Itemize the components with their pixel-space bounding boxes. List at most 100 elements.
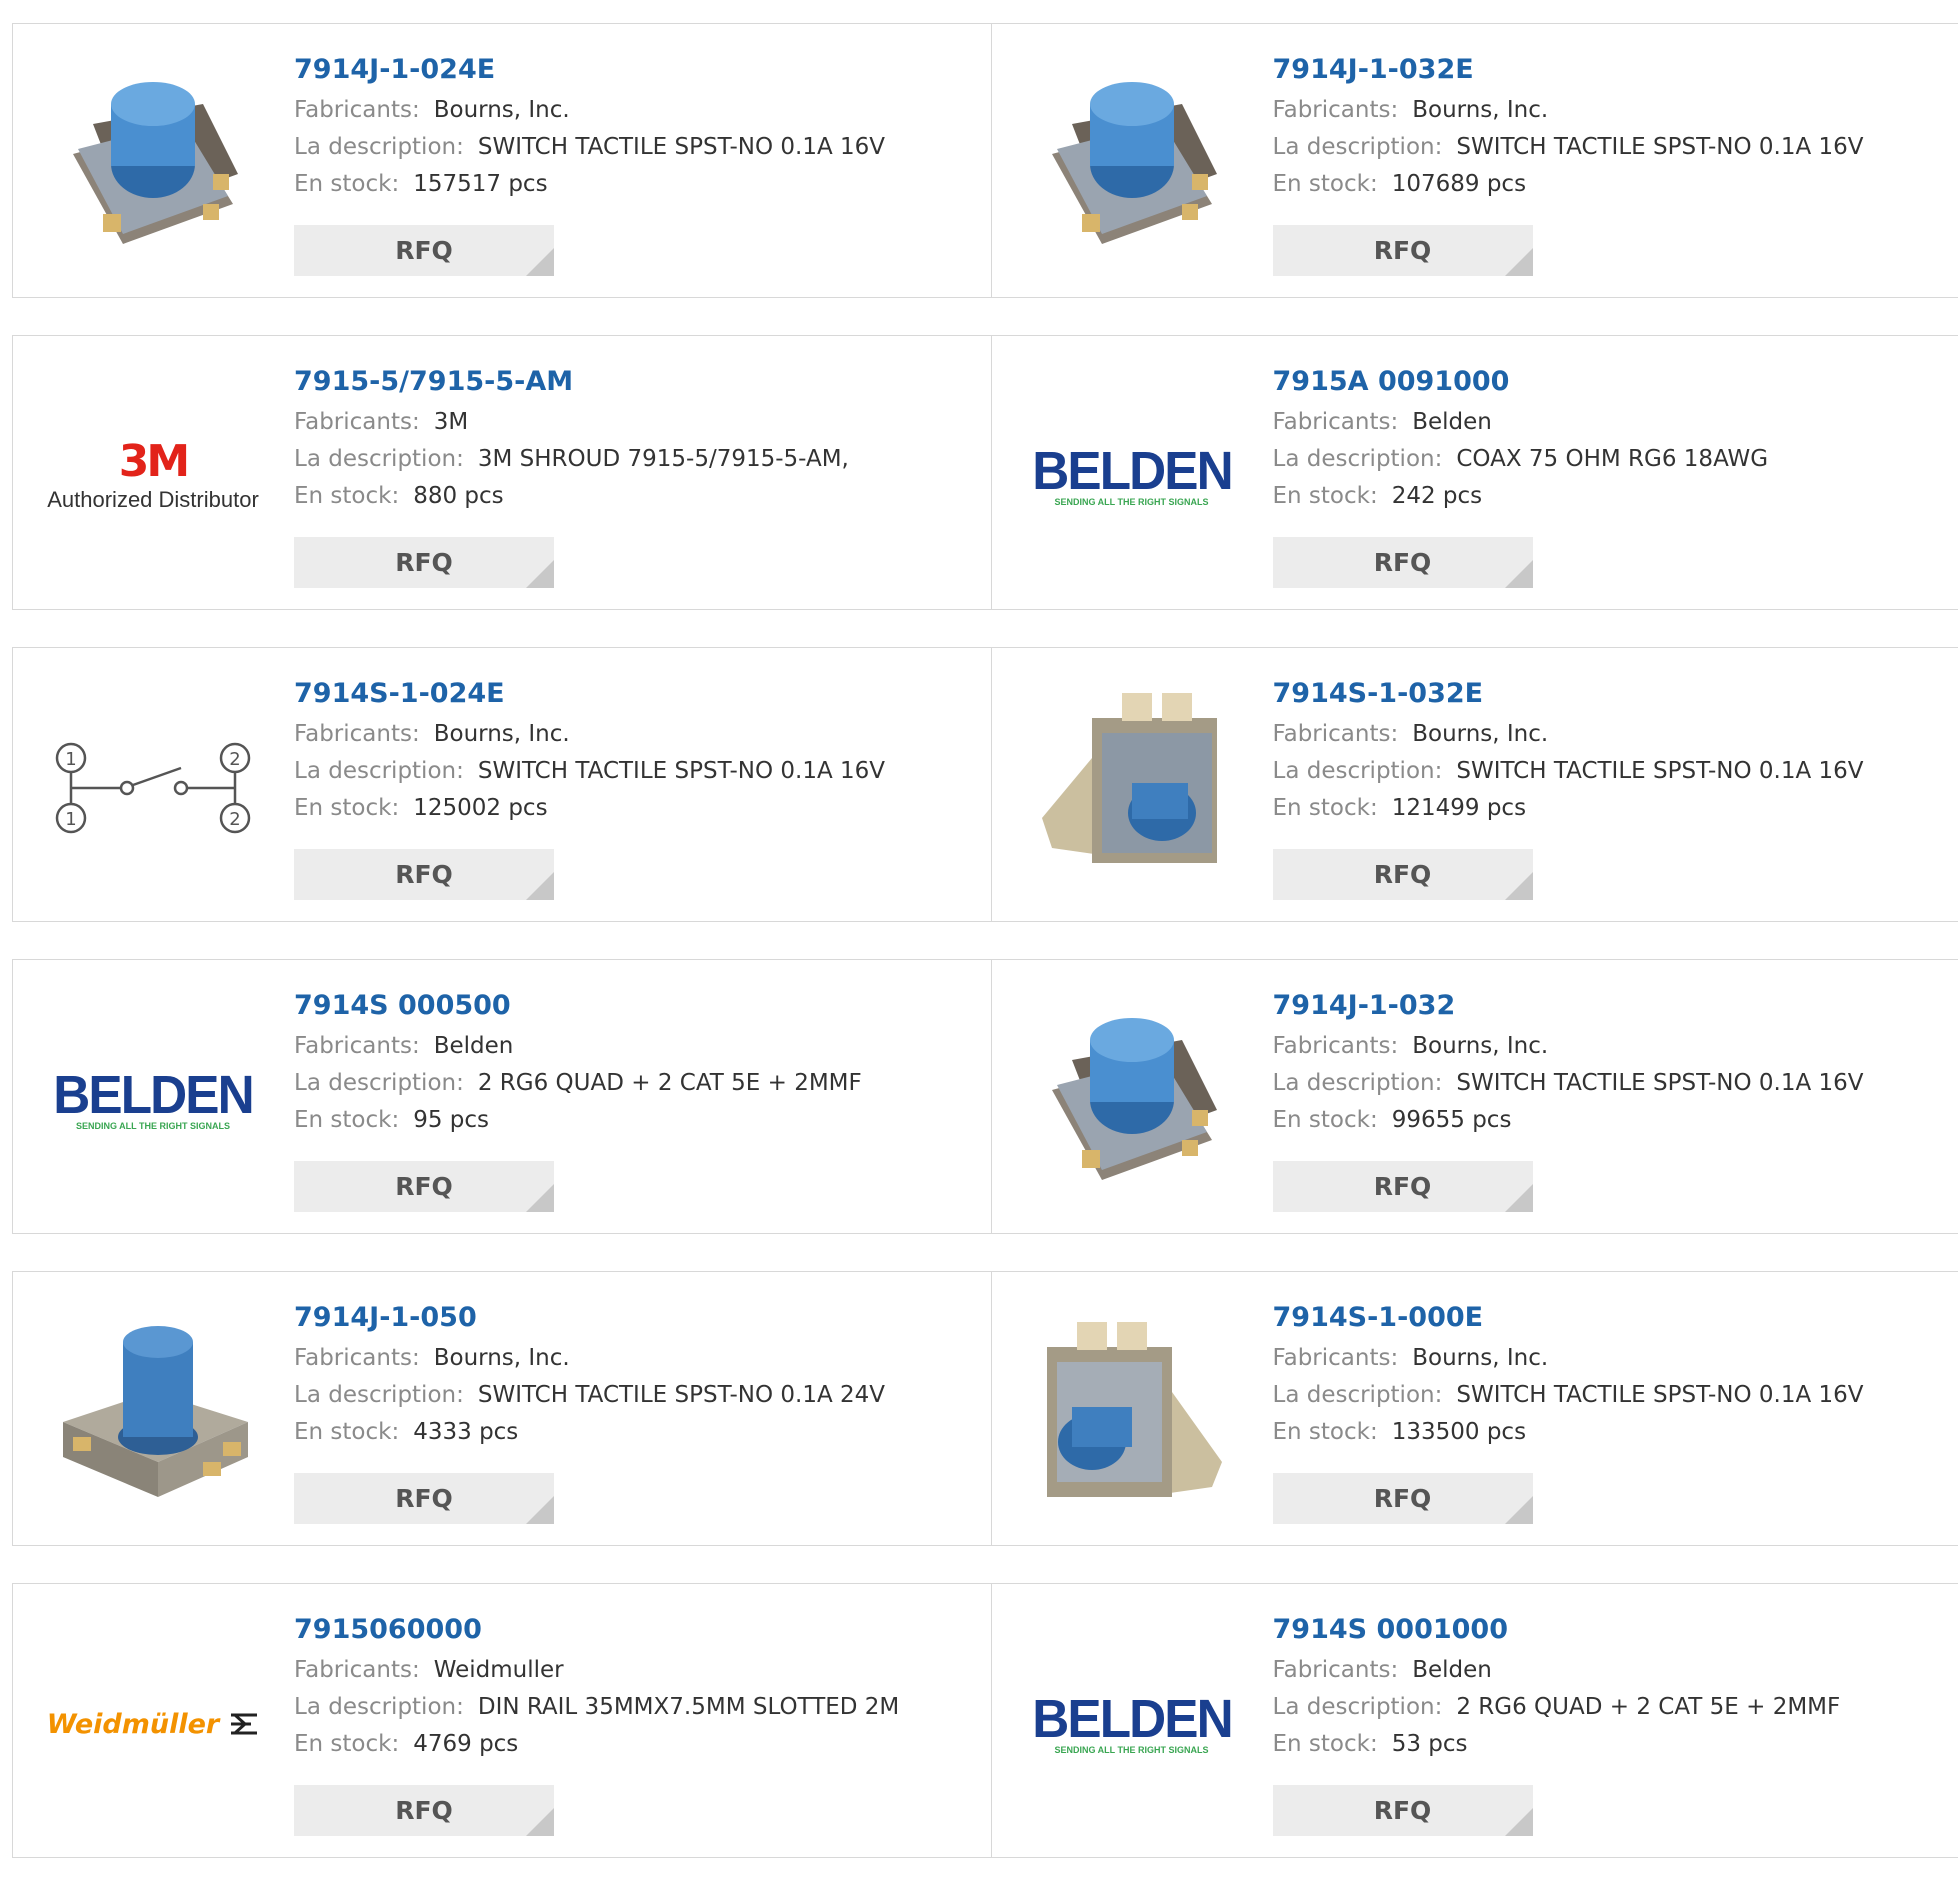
manufacturer-label: Fabricants: <box>294 409 420 435</box>
product-card: BELDEN SENDING ALL THE RIGHT SIGNALS 791… <box>13 960 991 1233</box>
part-number-link[interactable]: 7915-5/7915-5-AM <box>294 360 849 404</box>
rfq-button[interactable]: RFQ <box>294 1473 554 1524</box>
description-line: La description:3M SHROUD 7915-5/7915-5-A… <box>294 441 849 478</box>
description-value: SWITCH TACTILE SPST-NO 0.1A 16V <box>478 758 885 784</box>
manufacturer-line: Fabricants:Belden <box>1273 1652 1841 1689</box>
part-number-link[interactable]: 7914J-1-032 <box>1273 984 1864 1028</box>
logo-text: 3M <box>47 438 259 486</box>
product-thumbnail[interactable] <box>1032 1000 1232 1200</box>
product-thumbnail[interactable]: 3M Authorized Distributor <box>53 376 253 576</box>
part-number-link[interactable]: 7915A 0091000 <box>1273 360 1769 404</box>
description-value: SWITCH TACTILE SPST-NO 0.1A 24V <box>478 1382 885 1408</box>
product-info: 7915A 0091000 Fabricants:Belden La descr… <box>1273 360 1769 515</box>
manufacturer-value: Belden <box>434 1033 514 1059</box>
manufacturer-line: Fabricants:Weidmuller <box>294 1652 899 1689</box>
manufacturer-label: Fabricants: <box>1273 1345 1399 1371</box>
manufacturer-value: Bourns, Inc. <box>1412 721 1548 747</box>
rfq-button[interactable]: RFQ <box>294 849 554 900</box>
manufacturer-value: Bourns, Inc. <box>434 1345 570 1371</box>
product-thumbnail[interactable] <box>1032 64 1232 264</box>
stock-value: 121499 pcs <box>1392 795 1526 821</box>
product-row: 3M Authorized Distributor 7915-5/7915-5-… <box>12 335 1958 610</box>
rfq-label: RFQ <box>1374 860 1432 889</box>
manufacturer-label: Fabricants: <box>294 721 420 747</box>
logo-text: BELDEN <box>1032 1693 1232 1745</box>
description-value: SWITCH TACTILE SPST-NO 0.1A 16V <box>1456 134 1863 160</box>
part-number-link[interactable]: 7914J-1-024E <box>294 48 885 92</box>
stock-line: En stock:242 pcs <box>1273 478 1769 515</box>
product-card: 7914J-1-032 Fabricants:Bourns, Inc. La d… <box>991 960 1958 1233</box>
part-number-link[interactable]: 7915060000 <box>294 1608 899 1652</box>
logo-text: BELDEN <box>1032 445 1232 497</box>
rfq-button[interactable]: RFQ <box>1273 849 1533 900</box>
product-thumbnail[interactable]: BELDEN SENDING ALL THE RIGHT SIGNALS <box>1032 1624 1232 1824</box>
product-card: BELDEN SENDING ALL THE RIGHT SIGNALS 791… <box>991 336 1958 609</box>
stock-label: En stock: <box>1273 1107 1378 1133</box>
description-line: La description:SWITCH TACTILE SPST-NO 0.… <box>1273 753 1864 790</box>
rfq-button[interactable]: RFQ <box>1273 1161 1533 1212</box>
rfq-button[interactable]: RFQ <box>1273 1473 1533 1524</box>
rfq-label: RFQ <box>395 548 453 577</box>
manufacturer-line: Fabricants: Bourns, Inc. <box>294 1340 885 1377</box>
rfq-label: RFQ <box>395 236 453 265</box>
product-thumbnail[interactable]: 1 1 2 2 <box>53 688 253 888</box>
logo-text: BELDEN <box>53 1069 253 1121</box>
product-thumbnail[interactable] <box>53 1312 253 1512</box>
part-number-link[interactable]: 7914J-1-032E <box>1273 48 1864 92</box>
description-label: La description: <box>1273 1070 1443 1096</box>
rfq-label: RFQ <box>395 1484 453 1513</box>
rfq-button[interactable]: RFQ <box>1273 1785 1533 1836</box>
product-thumbnail[interactable]: BELDEN SENDING ALL THE RIGHT SIGNALS <box>1032 376 1232 576</box>
product-thumbnail[interactable] <box>1032 688 1232 888</box>
stock-value: 53 pcs <box>1392 1731 1468 1757</box>
rfq-corner-decoration <box>526 560 554 588</box>
product-info: 7914S 000500 Fabricants:Belden La descri… <box>294 984 862 1139</box>
belden-logo: BELDEN SENDING ALL THE RIGHT SIGNALS <box>48 1069 258 1131</box>
stock-value: 95 pcs <box>413 1107 489 1133</box>
description-label: La description: <box>294 1694 464 1720</box>
product-row: BELDEN SENDING ALL THE RIGHT SIGNALS 791… <box>12 959 1958 1234</box>
description-value: SWITCH TACTILE SPST-NO 0.1A 16V <box>478 134 885 160</box>
rfq-label: RFQ <box>395 860 453 889</box>
side-switch-image <box>1032 688 1232 888</box>
rfq-button[interactable]: RFQ <box>294 1785 554 1836</box>
part-number-link[interactable]: 7914S-1-032E <box>1273 672 1864 716</box>
stock-label: En stock: <box>294 795 399 821</box>
switch-schematic-diagram: 1 1 2 2 <box>53 688 253 888</box>
product-thumbnail[interactable]: Weidmüller <box>53 1624 253 1824</box>
product-card: 1 1 2 2 7914S-1-024E Fabricants:Bourns, … <box>13 648 991 921</box>
product-thumbnail[interactable]: BELDEN SENDING ALL THE RIGHT SIGNALS <box>53 1000 253 1200</box>
manufacturer-value: Belden <box>1412 1657 1492 1683</box>
description-value: SWITCH TACTILE SPST-NO 0.1A 16V <box>1456 1070 1863 1096</box>
manufacturer-label: Fabricants: <box>294 1345 420 1371</box>
rfq-corner-decoration <box>1505 248 1533 276</box>
product-card: 7914J-1-050 Fabricants:Bourns, Inc. La d… <box>13 1272 991 1545</box>
part-number-link[interactable]: 7914S 000500 <box>294 984 862 1028</box>
rfq-button[interactable]: RFQ <box>294 537 554 588</box>
product-thumbnail[interactable] <box>53 64 253 264</box>
product-row: 7914J-1-024E Fabricants:Bourns, Inc. La … <box>12 23 1958 298</box>
stock-value: 880 pcs <box>413 483 503 509</box>
part-number-link[interactable]: 7914S-1-000E <box>1273 1296 1864 1340</box>
rfq-label: RFQ <box>1374 1796 1432 1825</box>
description-line: La description:SWITCH TACTILE SPST-NO 0.… <box>1273 129 1864 166</box>
product-info: 7914S-1-000E Fabricants:Bourns, Inc. La … <box>1273 1296 1864 1451</box>
rfq-button[interactable]: RFQ <box>1273 225 1533 276</box>
rfq-label: RFQ <box>1374 548 1432 577</box>
rfq-button[interactable]: RFQ <box>294 1161 554 1212</box>
manufacturer-value: Weidmuller <box>434 1657 564 1683</box>
manufacturer-value: Bourns, Inc. <box>1412 1033 1548 1059</box>
product-thumbnail[interactable] <box>1032 1312 1232 1512</box>
manufacturer-value: Bourns, Inc. <box>1412 1345 1548 1371</box>
part-number-link[interactable]: 7914S-1-024E <box>294 672 885 716</box>
product-info: 7914J-1-050 Fabricants:Bourns, Inc. La d… <box>294 1296 885 1451</box>
description-line: La description:SWITCH TACTILE SPST-NO 0.… <box>294 753 885 790</box>
description-label: La description: <box>294 1070 464 1096</box>
stock-line: En stock:4769 pcs <box>294 1726 899 1763</box>
rfq-corner-decoration <box>526 248 554 276</box>
part-number-link[interactable]: 7914J-1-050 <box>294 1296 885 1340</box>
part-number-link[interactable]: 7914S 0001000 <box>1273 1608 1841 1652</box>
svg-text:2: 2 <box>229 809 240 830</box>
rfq-button[interactable]: RFQ <box>1273 537 1533 588</box>
rfq-button[interactable]: RFQ <box>294 225 554 276</box>
